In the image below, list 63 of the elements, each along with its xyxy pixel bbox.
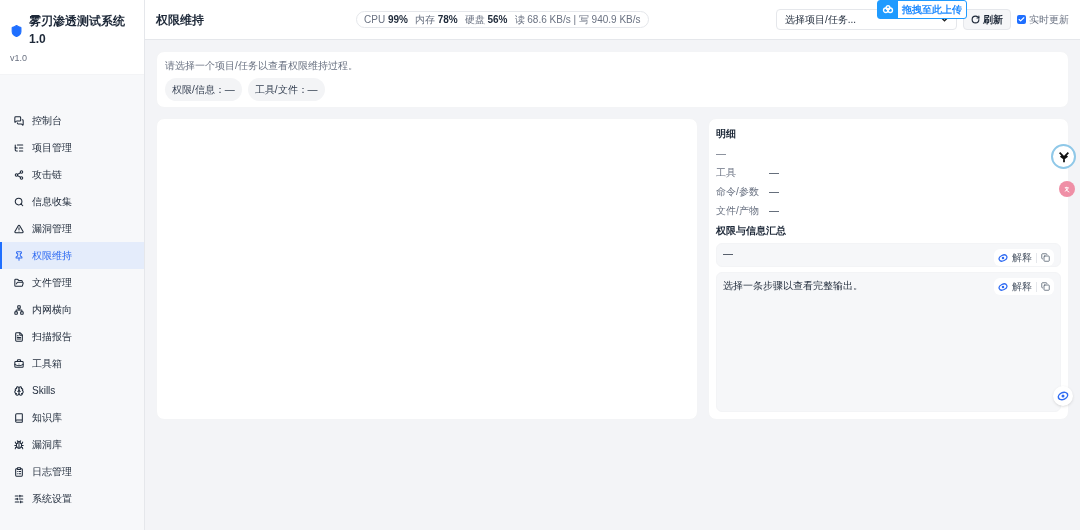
refresh-icon [971, 15, 980, 24]
book-icon [14, 412, 24, 423]
brain-icon [14, 385, 24, 396]
realtime-label: 实时更新 [1029, 13, 1069, 27]
field-value: — [769, 204, 779, 218]
copy-icon[interactable] [1041, 253, 1050, 262]
copy-icon[interactable] [1041, 282, 1050, 291]
io-text: 读 68.6 KB/s | 写 940.9 KB/s [514, 13, 641, 27]
shield-icon [10, 24, 24, 38]
clipboard-icon [14, 466, 24, 477]
chat-icon [14, 115, 24, 126]
toolbox-icon [14, 358, 24, 369]
refresh-button[interactable]: 刷新 [963, 9, 1011, 30]
nav-item[interactable]: 知识库 [0, 404, 144, 431]
nav-item[interactable]: 信息收集 [0, 188, 144, 215]
bug-icon [14, 439, 24, 450]
nav-item[interactable]: Skills [0, 377, 144, 404]
warning-icon [14, 223, 24, 234]
stat-text: 硬盘 56% [464, 13, 508, 27]
field-label: 命令/参数 [716, 185, 760, 199]
nodes-icon [14, 169, 24, 180]
detail-value: — [716, 147, 727, 161]
stat-text: CPU 99% [364, 13, 408, 27]
nav-item[interactable]: 文件管理 [0, 269, 144, 296]
swirl-icon [1057, 390, 1069, 402]
hint-text: 请选择一个项目/任务以查看权限维持过程。 [165, 59, 359, 73]
nav-item[interactable]: 漏洞管理 [0, 215, 144, 242]
nav-item[interactable]: 漏洞库 [0, 431, 144, 458]
summary-title: 权限与信息汇总 [716, 224, 787, 238]
search-icon [14, 196, 24, 207]
app-title: 雾刃渗透测试系统 1.0 [29, 13, 127, 48]
pin-icon [14, 250, 24, 261]
field-label: 文件/产物 [716, 204, 760, 218]
realtime-checkbox[interactable] [1017, 15, 1026, 24]
info-chip: 工具/文件：— [247, 78, 325, 101]
swirl-icon [998, 252, 1008, 263]
swirl-icon [998, 281, 1008, 292]
nav-item[interactable]: 工具箱 [0, 350, 144, 377]
nav-item[interactable]: 项目管理 [0, 134, 144, 161]
document-icon [14, 331, 24, 342]
folder-icon [14, 277, 24, 288]
network-icon [14, 304, 24, 315]
summary-text: — [723, 247, 733, 261]
upload-tooltip[interactable]: 拖拽至此上传 [877, 0, 967, 19]
nav-item[interactable]: 权限维持 [0, 242, 144, 269]
nav-item[interactable]: 系统设置 [0, 485, 144, 512]
info-chip: 权限/信息：— [165, 78, 242, 101]
cloud-icon [882, 5, 894, 14]
nav-item[interactable]: 控制台 [0, 107, 144, 134]
nav-item[interactable]: 内网横向 [0, 296, 144, 323]
nav-item[interactable]: 攻击链 [0, 161, 144, 188]
field-label: 工具 [716, 166, 737, 180]
sliders-icon [14, 493, 24, 504]
nav-item[interactable]: 日志管理 [0, 458, 144, 485]
version-label: v1.0 [10, 52, 28, 65]
output-text: 选择一条步骤以查看完整输出。 [723, 279, 863, 293]
nav-item[interactable]: 扫描报告 [0, 323, 144, 350]
tree-icon [14, 142, 24, 153]
page-title: 权限维持 [156, 11, 205, 29]
detail-title: 明细 [716, 127, 737, 141]
field-value: — [769, 166, 779, 180]
stat-text: 内存 78% [414, 13, 458, 27]
field-value: — [769, 185, 779, 199]
